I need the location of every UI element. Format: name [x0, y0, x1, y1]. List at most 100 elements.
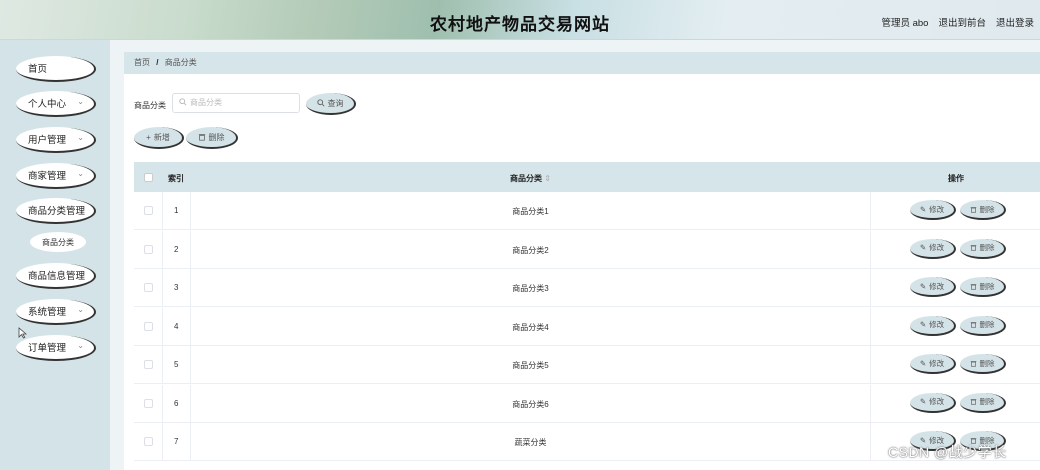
chevron-down-icon: ⌄	[77, 133, 84, 142]
mouse-cursor-icon	[18, 327, 28, 342]
search-icon	[316, 99, 325, 107]
search-placeholder: 商品分类	[190, 98, 222, 107]
delete-button[interactable]: 删除	[960, 200, 1006, 220]
cell-divider	[870, 192, 871, 230]
row-index: 1	[174, 206, 179, 215]
watermark: CSDN @战少学长	[888, 444, 1007, 460]
column-header-index: 索引	[168, 174, 184, 183]
edit-icon: ✎	[919, 320, 927, 329]
search-input[interactable]: 商品分类	[172, 93, 300, 113]
query-button[interactable]: 查询	[306, 93, 356, 115]
row-checkbox[interactable]	[144, 206, 153, 215]
delete-button-label: 删除	[979, 243, 995, 252]
edit-button-label: 修改	[929, 243, 945, 252]
cell-divider	[870, 384, 871, 423]
search-label: 商品分类	[134, 101, 166, 110]
trash-icon	[970, 322, 976, 328]
edit-button[interactable]: ✎ 修改	[910, 277, 956, 297]
sidebar-item-label: 个人中心	[28, 99, 67, 110]
sort-icon[interactable]: ⇕	[544, 174, 551, 183]
row-index: 7	[174, 437, 179, 446]
edit-icon: ✎	[919, 358, 927, 368]
delete-button[interactable]: 删除	[960, 315, 1006, 336]
row-checkbox[interactable]	[144, 283, 153, 292]
chevron-down-icon: ⌄	[77, 169, 84, 178]
delete-button-label: 删除	[979, 204, 995, 214]
category-table: 索引 商品分类 ⇕ 操作 1 商品分类1 ✎ 修改 删除 2 商品分类2 ✎ 修改 删除 3 商品分类…	[134, 162, 1040, 470]
sidebar-item-label: 首页	[28, 64, 48, 75]
delete-button[interactable]: 删除	[960, 238, 1006, 259]
search-icon	[179, 98, 187, 106]
row-category-name: 商品分类3	[512, 284, 549, 293]
edit-button[interactable]: ✎ 修改	[910, 354, 956, 374]
sidebar-item-product-info-management[interactable]: 商品信息管理	[16, 263, 96, 289]
trash-icon	[198, 134, 205, 141]
delete-button-label: 删除	[979, 320, 995, 329]
row-index: 4	[174, 321, 179, 331]
add-button[interactable]: + 新增	[134, 127, 184, 149]
row-checkbox[interactable]	[144, 437, 153, 446]
delete-button-label: 删除	[208, 132, 225, 142]
row-category-name: 商品分类5	[512, 361, 549, 370]
edit-icon: ✎	[919, 204, 927, 214]
sidebar-item-category-management[interactable]: 商品分类管理	[16, 198, 96, 224]
sidebar-item-order-management[interactable]: 订单管理 ⌄	[16, 335, 96, 361]
chevron-down-icon: ⌄	[77, 305, 84, 314]
cell-divider	[162, 346, 163, 384]
row-checkbox[interactable]	[144, 360, 153, 369]
exit-to-front-link[interactable]: 退出到前台	[938, 15, 986, 29]
edit-button[interactable]: ✎ 修改	[910, 392, 956, 413]
chevron-down-icon: ⌄	[77, 341, 84, 350]
cell-divider	[162, 384, 163, 423]
row-index: 5	[174, 360, 179, 369]
sidebar: 首页 个人中心 ⌄ 用户管理 ⌄ 商家管理 ⌄ 商品分类管理 商品分类 商品信息…	[0, 40, 110, 470]
edit-button[interactable]: ✎ 修改	[910, 238, 956, 259]
admin-label: 管理员 abo	[881, 18, 929, 29]
row-checkbox[interactable]	[144, 244, 153, 254]
sidebar-item-label: 订单管理	[28, 343, 67, 354]
table-row: 4 商品分类4 ✎ 修改 删除	[134, 307, 1040, 346]
row-checkbox[interactable]	[144, 321, 153, 331]
breadcrumb-home[interactable]: 首页	[134, 58, 150, 67]
cell-divider	[870, 307, 871, 346]
edit-button-label: 修改	[929, 281, 945, 291]
top-header: 农村地产物品交易网站 管理员 abo 退出到前台 退出登录	[0, 0, 1040, 40]
delete-button[interactable]: 删除	[960, 392, 1006, 413]
edit-button[interactable]: ✎ 修改	[910, 200, 956, 220]
table-row: 1 商品分类1 ✎ 修改 删除	[134, 192, 1040, 230]
breadcrumb-separator: /	[156, 58, 159, 67]
column-header-category[interactable]: 商品分类 ⇕	[510, 173, 551, 184]
row-category-name: 商品分类2	[512, 245, 549, 255]
row-category-name: 蔬菜分类	[514, 438, 547, 447]
sidebar-item-merchant-management[interactable]: 商家管理 ⌄	[16, 163, 96, 189]
cell-divider	[162, 192, 163, 230]
edit-icon: ✎	[919, 397, 927, 406]
batch-delete-button[interactable]: 删除	[186, 127, 238, 149]
table-row: 3 商品分类3 ✎ 修改 删除	[134, 269, 1040, 307]
breadcrumb-current: 商品分类	[164, 58, 197, 67]
cell-divider	[162, 423, 163, 461]
query-button-label: 查询	[327, 98, 344, 108]
sidebar-item-personal-center[interactable]: 个人中心 ⌄	[16, 91, 96, 117]
row-index: 6	[174, 398, 179, 408]
edit-button[interactable]: ✎ 修改	[910, 315, 956, 336]
edit-button-label: 修改	[929, 204, 945, 214]
delete-button[interactable]: 删除	[960, 354, 1006, 374]
sidebar-item-user-management[interactable]: 用户管理 ⌄	[16, 127, 96, 153]
delete-button[interactable]: 删除	[960, 277, 1006, 297]
sidebar-item-system-management[interactable]: 系统管理 ⌄	[16, 299, 96, 325]
breadcrumb: 首页 / 商品分类	[124, 52, 1040, 74]
edit-icon: ✎	[919, 281, 927, 291]
sidebar-subitem-category[interactable]: 商品分类	[30, 232, 86, 252]
sidebar-item-label: 商品分类管理	[28, 206, 86, 217]
cell-divider	[870, 423, 871, 461]
logout-link[interactable]: 退出登录	[996, 15, 1034, 29]
select-all-checkbox[interactable]	[144, 173, 153, 182]
row-index: 2	[174, 244, 179, 254]
table-header: 索引 商品分类 ⇕ 操作	[134, 162, 1040, 192]
row-checkbox[interactable]	[144, 398, 153, 408]
sidebar-item-home[interactable]: 首页	[16, 56, 96, 82]
row-category-name: 商品分类4	[512, 322, 549, 332]
cell-divider	[870, 230, 871, 269]
delete-button-label: 删除	[979, 281, 995, 291]
